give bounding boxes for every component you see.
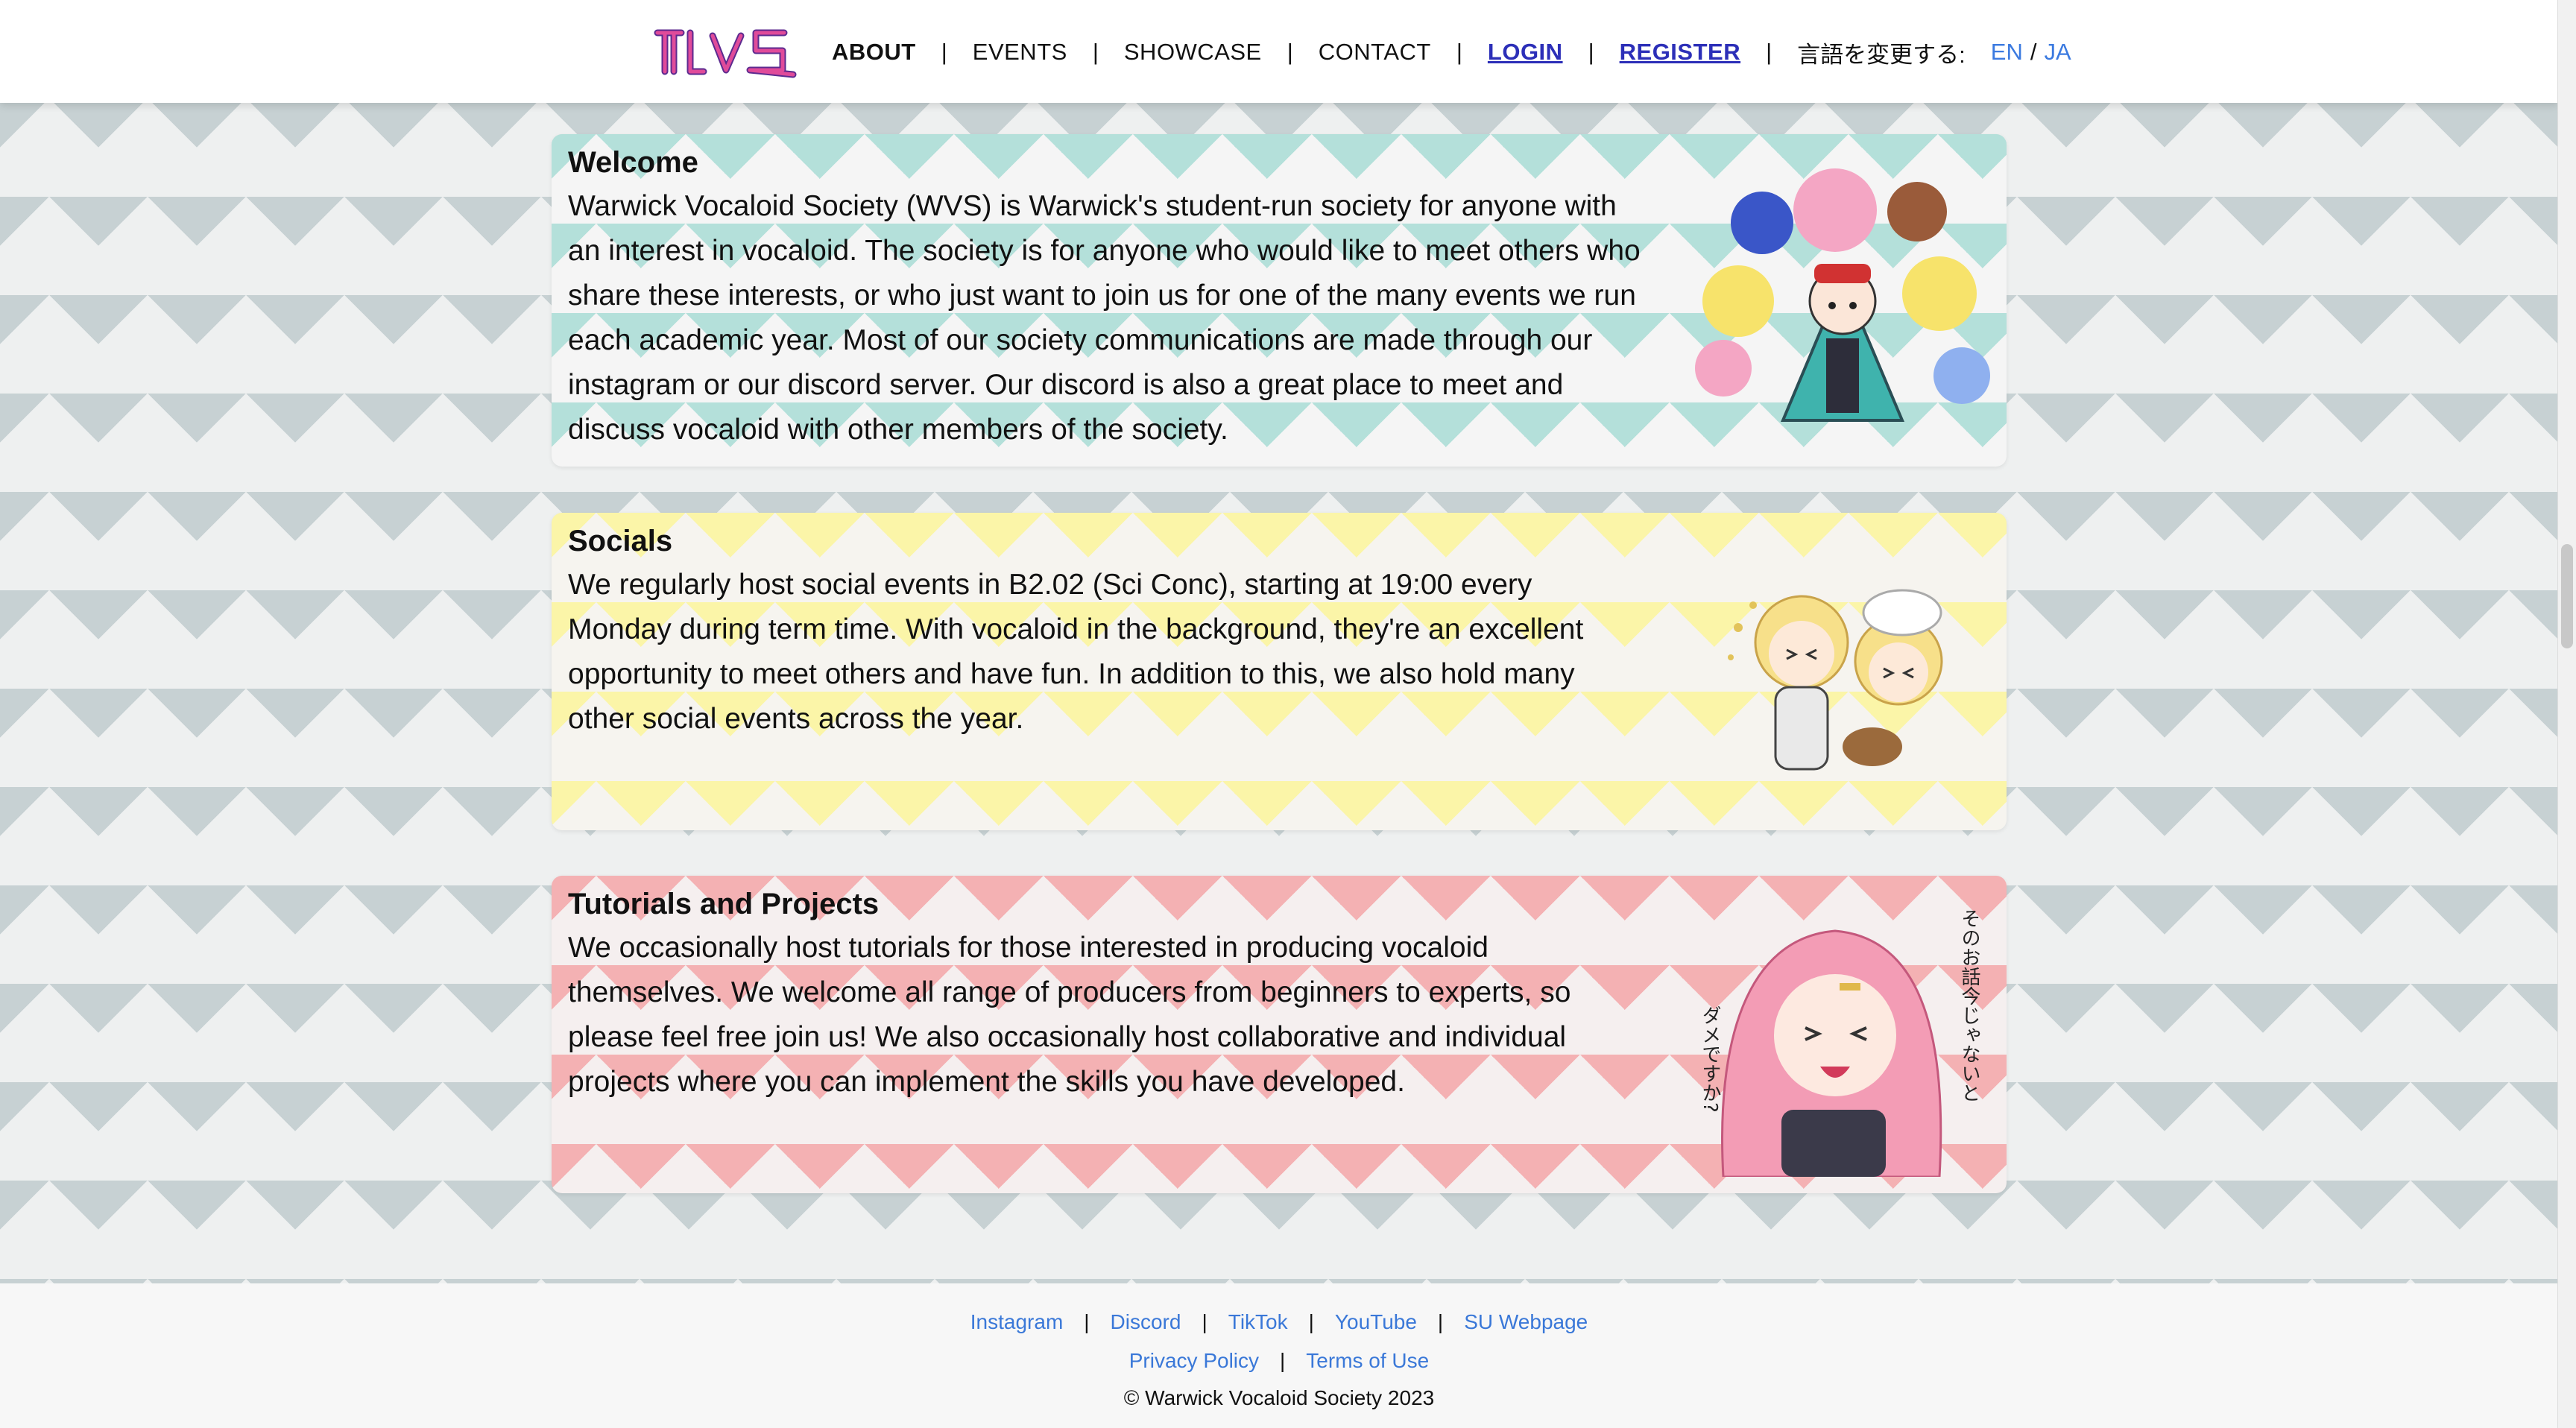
nav-separator: | <box>1456 39 1462 65</box>
nav-events[interactable]: EVENTS <box>973 39 1067 66</box>
main-nav: ABOUT | EVENTS | SHOWCASE | CONTACT | LO… <box>651 16 2071 88</box>
page-scrollbar[interactable] <box>2557 0 2576 1428</box>
top-navigation-bar: ABOUT | EVENTS | SHOWCASE | CONTACT | LO… <box>0 0 2558 103</box>
scrollbar-thumb[interactable] <box>2561 544 2573 648</box>
welcome-text: Warwick Vocaloid Society (WVS) is Warwic… <box>568 190 1641 446</box>
nav-showcase[interactable]: SHOWCASE <box>1124 39 1262 66</box>
nav-separator: | <box>941 39 947 65</box>
vocaloid-group-illustration <box>1695 168 1990 422</box>
tutorials-title: Tutorials and Projects <box>568 888 880 920</box>
social-links-row: Instagram | Discord | TikTok | YouTube | SU Webp… <box>0 1310 2558 1334</box>
copyright-text: © Warwick Vocaloid Society 2023 <box>1123 1386 1435 1409</box>
language-en-link[interactable]: EN <box>1991 39 2023 66</box>
tutorials-card: Tutorials and Projects We occasionally h… <box>552 876 2007 1193</box>
nav-separator: | <box>1588 39 1594 65</box>
footer-separator: | <box>1202 1310 1208 1333</box>
language-ja-link[interactable]: JA <box>2044 39 2071 66</box>
socials-card: Socials We regularly host social events … <box>552 513 2007 830</box>
language-divider: / <box>2030 39 2037 65</box>
svg-text:ダメですか?: ダメですか? <box>1699 1005 1721 1113</box>
su-webpage-link[interactable]: SU Webpage <box>1464 1310 1588 1333</box>
terms-of-use-link[interactable]: Terms of Use <box>1306 1349 1429 1372</box>
language-prompt: 言語を変更する: <box>1797 41 1966 68</box>
welcome-card: Welcome Warwick Vocaloid Society (WVS) i… <box>552 134 2007 467</box>
nav-separator: | <box>1287 39 1293 65</box>
nav-separator: | <box>1092 39 1099 65</box>
socials-text: We regularly host social events in B2.02… <box>568 569 1584 735</box>
nav-separator: | <box>1766 39 1772 65</box>
tutorials-text: We occasionally host tutorials for those… <box>568 932 1571 1098</box>
socials-title: Socials <box>568 525 673 557</box>
nav-login[interactable]: LOGIN <box>1488 39 1563 66</box>
nav-about[interactable]: ABOUT <box>832 39 916 66</box>
site-footer: Instagram | Discord | TikTok | YouTube | SU Webp… <box>0 1283 2558 1428</box>
nav-register[interactable]: REGISTER <box>1620 39 1740 66</box>
nav-contact[interactable]: CONTACT <box>1319 39 1431 66</box>
welcome-title: Welcome <box>568 146 698 179</box>
legal-links-row: Privacy Policy | Terms of Use <box>0 1349 2558 1373</box>
luka-caption-text: そのお話今じゃないと <box>1958 909 1980 1102</box>
youtube-link[interactable]: YouTube <box>1335 1310 1417 1333</box>
discord-link[interactable]: Discord <box>1111 1310 1181 1333</box>
footer-separator: | <box>1437 1310 1444 1333</box>
wvs-logo[interactable] <box>651 22 798 82</box>
privacy-policy-link[interactable]: Privacy Policy <box>1129 1349 1259 1372</box>
tiktok-link[interactable]: TikTok <box>1228 1310 1288 1333</box>
luka-illustration: そのお話今じゃないと ダメですか? <box>1699 909 1980 1177</box>
footer-separator: | <box>1280 1349 1286 1372</box>
footer-separator: | <box>1084 1310 1090 1333</box>
footer-separator: | <box>1308 1310 1314 1333</box>
rin-len-illustration <box>1728 589 1943 771</box>
instagram-link[interactable]: Instagram <box>970 1310 1064 1333</box>
